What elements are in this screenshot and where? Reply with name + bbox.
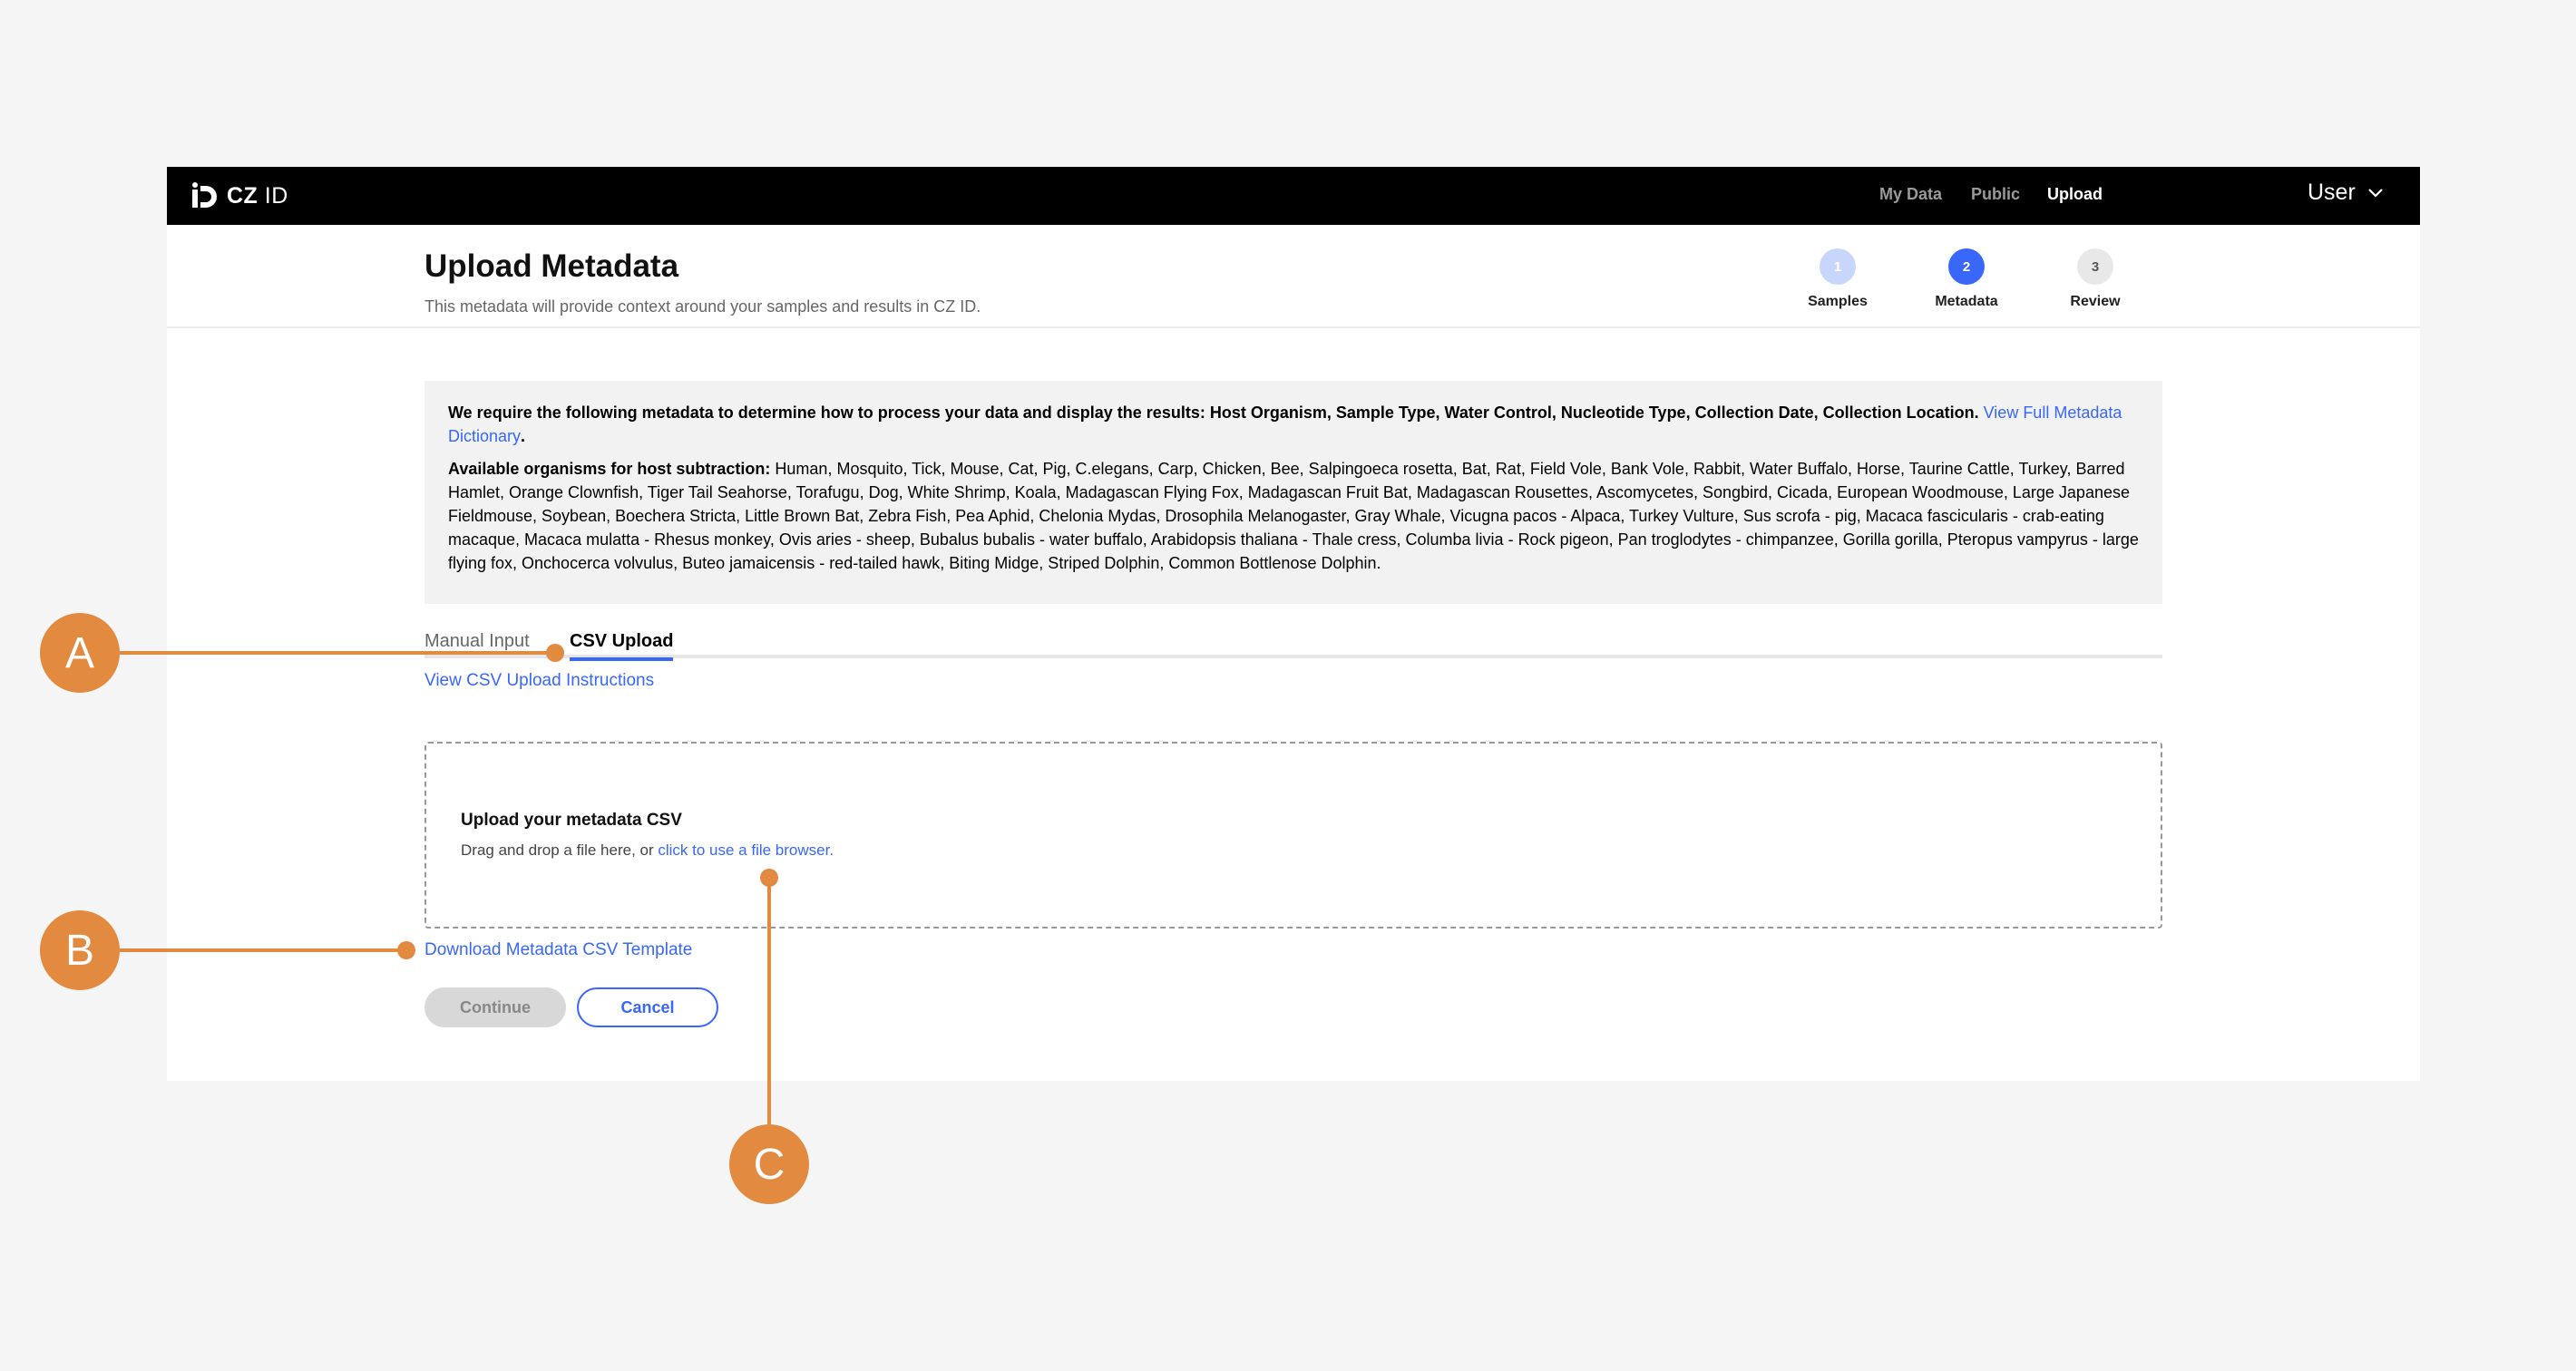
app-window: CZ ID My Data Public Upload User Upload … <box>167 167 2420 1081</box>
chevron-down-icon <box>2368 188 2383 198</box>
dropzone-description: Drag and drop a file here, or click to u… <box>461 841 834 859</box>
required-metadata-text: We require the following metadata to det… <box>448 404 2122 445</box>
nav-my-data[interactable]: My Data <box>1879 185 1942 204</box>
page-header: Upload Metadata This metadata will provi… <box>167 225 2420 328</box>
step-metadata: 2 Metadata <box>1912 248 2021 310</box>
nav-upload[interactable]: Upload <box>2047 185 2103 204</box>
input-mode-tabs: Manual Input CSV Upload <box>424 627 2162 661</box>
csv-dropzone[interactable]: Upload your metadata CSV Drag and drop a… <box>424 742 2162 929</box>
file-browser-link[interactable]: click to use a file browser. <box>658 841 834 859</box>
cancel-button[interactable]: Cancel <box>577 987 718 1027</box>
step-label: Samples <box>1808 294 1868 309</box>
tab-manual-input[interactable]: Manual Input <box>424 631 530 657</box>
user-menu[interactable]: User <box>2308 180 2383 206</box>
annotation-marker-b: B <box>40 910 120 990</box>
step-review: 3 Review <box>2041 248 2150 310</box>
step-number: 1 <box>1820 248 1856 285</box>
user-name: User <box>2308 180 2356 205</box>
top-navigation-bar: CZ ID My Data Public Upload User <box>167 167 2420 225</box>
step-label: Review <box>2070 294 2121 309</box>
czid-logo[interactable]: CZ ID <box>189 178 288 214</box>
logo-text: CZ ID <box>227 182 288 209</box>
step-number: 2 <box>1948 248 1985 285</box>
annotation-marker-c: C <box>729 1124 809 1204</box>
page-subtitle: This metadata will provide context aroun… <box>424 297 981 316</box>
tab-csv-upload[interactable]: CSV Upload <box>570 631 674 661</box>
available-organisms-text: Available organisms for host subtraction… <box>448 460 2139 572</box>
download-csv-template-link[interactable]: Download Metadata CSV Template <box>424 940 692 960</box>
annotation-marker-a: A <box>40 613 120 693</box>
czid-logo-icon <box>192 182 217 208</box>
nav-public[interactable]: Public <box>1971 185 2020 204</box>
dropzone-title: Upload your metadata CSV <box>461 811 682 830</box>
page-title: Upload Metadata <box>424 248 679 284</box>
step-number: 3 <box>2077 248 2113 285</box>
continue-button[interactable]: Continue <box>424 987 566 1027</box>
step-samples: 1 Samples <box>1783 248 1892 310</box>
step-label: Metadata <box>1935 294 1998 309</box>
metadata-info-box: We require the following metadata to det… <box>424 381 2162 604</box>
csv-instructions-link[interactable]: View CSV Upload Instructions <box>424 671 654 691</box>
